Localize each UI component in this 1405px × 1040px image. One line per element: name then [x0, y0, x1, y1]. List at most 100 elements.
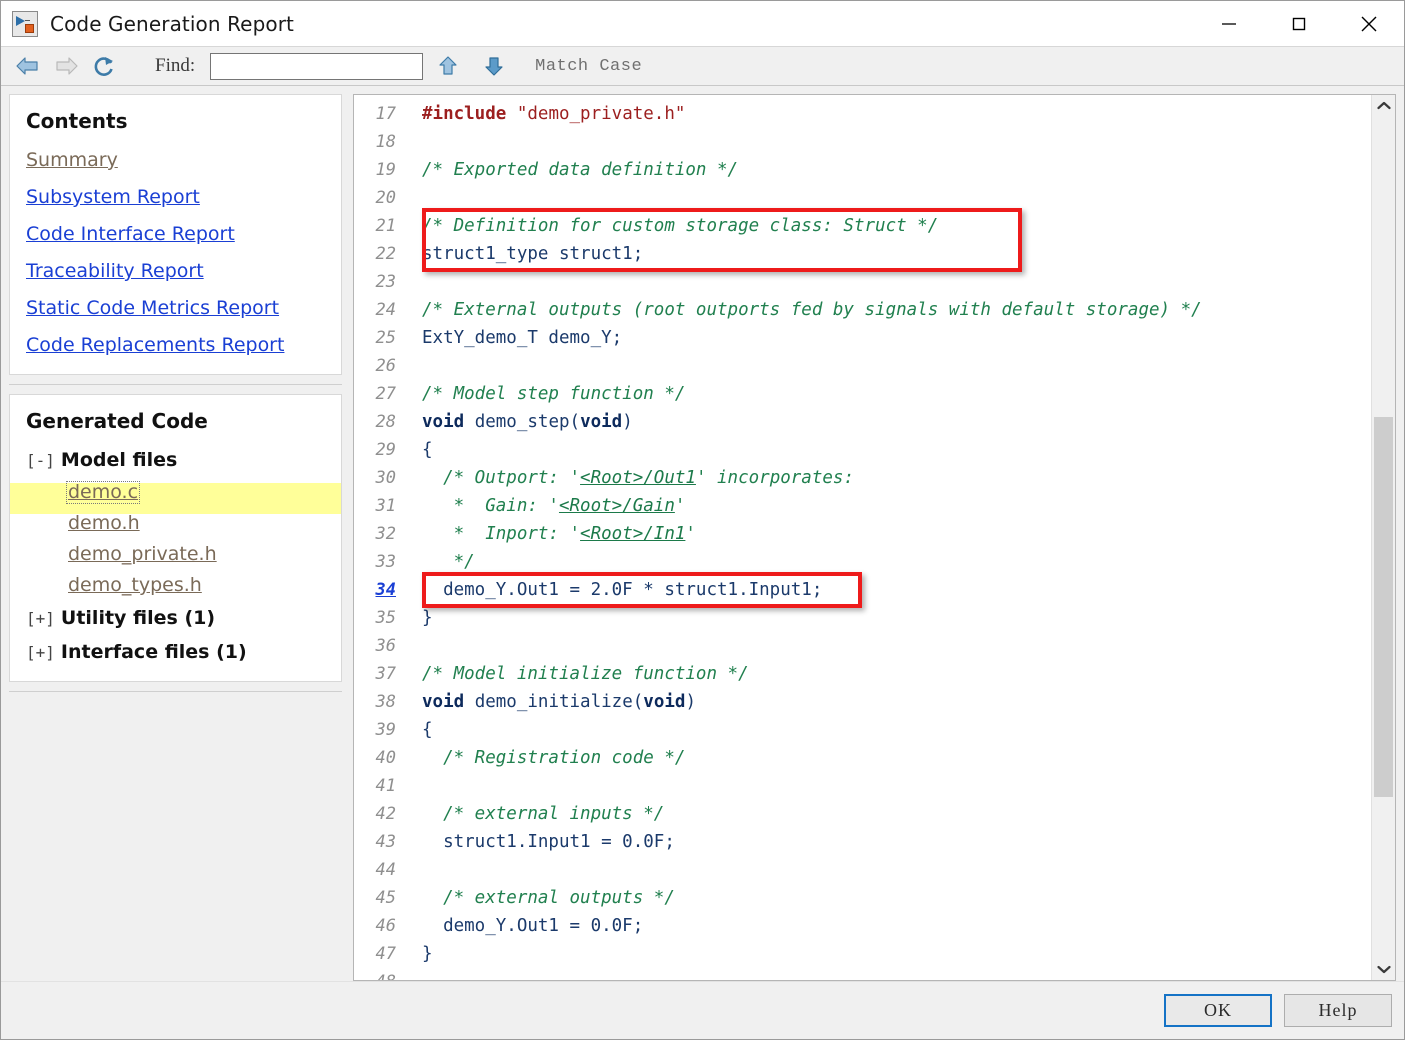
code-line-number: 40	[375, 748, 396, 768]
help-button[interactable]: Help	[1284, 994, 1392, 1027]
code-lines-container[interactable]: 17 #include "demo_private.h" 18 19 /* Expor…	[354, 95, 1371, 980]
tree-group-utility-files[interactable]: [+] Utility files (1)	[26, 607, 325, 629]
code-line-number: 44	[375, 860, 396, 880]
code-line-text	[400, 860, 1371, 880]
navigation-toolbar: Find: Match Case	[1, 46, 1404, 86]
tree-file-demo-h[interactable]: demo.h	[68, 514, 140, 533]
vertical-scrollbar[interactable]	[1371, 95, 1395, 980]
code-line: 24 /* External outputs (root outports fed…	[354, 296, 1371, 324]
code-line-text: void demo_step(void)	[422, 412, 633, 432]
generated-code-panel: Generated Code [-] Model files demo.c dem…	[9, 394, 342, 682]
code-line: 46 demo_Y.Out1 = 0.0F;	[354, 912, 1371, 940]
sidebar-item-static-code-metrics-report[interactable]: Static Code Metrics Report	[26, 297, 325, 319]
sidebar-item-subsystem-report[interactable]: Subsystem Report	[26, 186, 325, 208]
code-line-number: 32	[375, 524, 396, 544]
code-line: 47}	[354, 940, 1371, 968]
tree-file-row-demo-h[interactable]: demo.h	[26, 514, 325, 545]
code-line-text: /* Model step function */	[422, 384, 686, 404]
code-line-number: 39	[375, 720, 396, 740]
code-line-text: /* Exported data definition */	[422, 160, 739, 180]
code-line-text	[400, 636, 1371, 656]
scrollbar-thumb[interactable]	[1374, 417, 1393, 797]
code-line-text	[400, 272, 1371, 292]
code-line: 29 {	[354, 436, 1371, 464]
code-line-text: /* Outport: '<Root>/Out1' incorporates:	[422, 468, 854, 488]
generated-code-heading: Generated Code	[26, 409, 208, 433]
expand-toggle-icon[interactable]: [+]	[26, 643, 55, 662]
code-line-number: 30	[375, 468, 396, 488]
code-line: 36	[354, 632, 1371, 660]
sidebar-divider-bottom	[9, 691, 342, 692]
back-arrow-icon[interactable]	[11, 51, 45, 81]
search-input[interactable]	[210, 52, 424, 80]
code-line-text: * Gain: '<Root>/Gain'	[422, 496, 686, 516]
tree-group-model-files[interactable]: [-] Model files	[26, 449, 325, 471]
scrollbar-track[interactable]	[1372, 117, 1395, 958]
code-line-text: ExtY_demo_T demo_Y;	[422, 328, 623, 348]
code-viewer-panel: 17 #include "demo_private.h" 18 19 /* Expor…	[353, 94, 1396, 981]
tree-group-label: Interface files (1)	[60, 641, 247, 663]
minimize-icon[interactable]	[1194, 1, 1264, 46]
scroll-down-icon[interactable]	[1372, 958, 1395, 980]
code-line-number: 28	[375, 412, 396, 432]
code-line: 35}	[354, 604, 1371, 632]
expand-toggle-icon[interactable]: [+]	[26, 609, 55, 628]
code-line-number: 20	[375, 188, 396, 208]
code-line-text: /* external outputs */	[422, 888, 675, 908]
match-case-option[interactable]: Match Case	[535, 57, 642, 76]
tree-group-label: Model files	[60, 449, 178, 471]
code-line-text: {	[422, 720, 433, 740]
find-previous-up-arrow-icon[interactable]	[431, 51, 465, 81]
sidebar-item-summary[interactable]: Summary	[26, 149, 325, 171]
sidebar-item-code-interface-report[interactable]: Code Interface Report	[26, 223, 325, 245]
collapse-toggle-icon[interactable]: [-]	[26, 451, 55, 470]
code-line-number: 21	[375, 216, 396, 236]
sidebar-item-traceability-report[interactable]: Traceability Report	[26, 260, 325, 282]
code-line-number: 27	[375, 384, 396, 404]
code-line-text: {	[422, 440, 433, 460]
code-line-text: /* External outputs (root outports fed b…	[422, 300, 1202, 320]
code-line: 42 /* external inputs */	[354, 800, 1371, 828]
code-line-number: 19	[375, 160, 396, 180]
code-line-text: }	[422, 944, 433, 964]
close-icon[interactable]	[1334, 1, 1404, 46]
code-line: 27 /* Model step function */	[354, 380, 1371, 408]
code-line-text: /* external inputs */	[422, 804, 665, 824]
code-line-number: 43	[375, 832, 396, 852]
code-line-number: 31	[375, 496, 396, 516]
tree-file-demo-private-h[interactable]: demo_private.h	[68, 545, 217, 564]
tree-file-demo-c[interactable]: demo.c	[65, 481, 141, 504]
code-line-number: 48	[354, 972, 400, 980]
tree-group-label: Utility files (1)	[60, 607, 216, 629]
code-line-number-link[interactable]: 34	[354, 580, 400, 600]
tree-group-interface-files[interactable]: [+] Interface files (1)	[26, 641, 325, 663]
tree-file-row-demo-c[interactable]: demo.c	[10, 481, 341, 514]
title-bar: Code Generation Report	[1, 1, 1404, 46]
code-line: 40 /* Registration code */	[354, 744, 1371, 772]
code-line-text	[400, 132, 1371, 152]
code-line-number: 26	[375, 356, 396, 376]
code-line: 41	[354, 772, 1371, 800]
code-line: 43 struct1.Input1 = 0.0F;	[354, 828, 1371, 856]
tree-file-demo-types-h[interactable]: demo_types.h	[68, 576, 202, 595]
code-line-text: * Inport: '<Root>/In1'	[422, 524, 696, 544]
tree-file-row-demo-types-h[interactable]: demo_types.h	[26, 576, 325, 607]
find-next-down-arrow-icon[interactable]	[477, 51, 511, 81]
ok-button[interactable]: OK	[1164, 994, 1272, 1027]
code-line-number: 35	[375, 608, 396, 628]
code-line: 45 /* external outputs */	[354, 884, 1371, 912]
refresh-icon[interactable]	[87, 51, 121, 81]
code-line: 22 struct1_type struct1;	[354, 240, 1371, 268]
forward-arrow-icon	[49, 51, 83, 81]
code-line-number: 22	[375, 244, 396, 264]
window-controls	[1194, 1, 1404, 46]
find-label: Find:	[155, 55, 196, 76]
code-line-text: }	[422, 608, 433, 628]
code-line: 32 * Inport: '<Root>/In1'	[354, 520, 1371, 548]
tree-file-row-demo-private-h[interactable]: demo_private.h	[26, 545, 325, 576]
code-line-text: demo_Y.Out1 = 2.0F * struct1.Input1;	[422, 580, 823, 600]
contents-heading: Contents	[26, 109, 128, 133]
scroll-up-icon[interactable]	[1372, 95, 1395, 117]
maximize-icon[interactable]	[1264, 1, 1334, 46]
sidebar-item-code-replacements-report[interactable]: Code Replacements Report	[26, 334, 325, 356]
